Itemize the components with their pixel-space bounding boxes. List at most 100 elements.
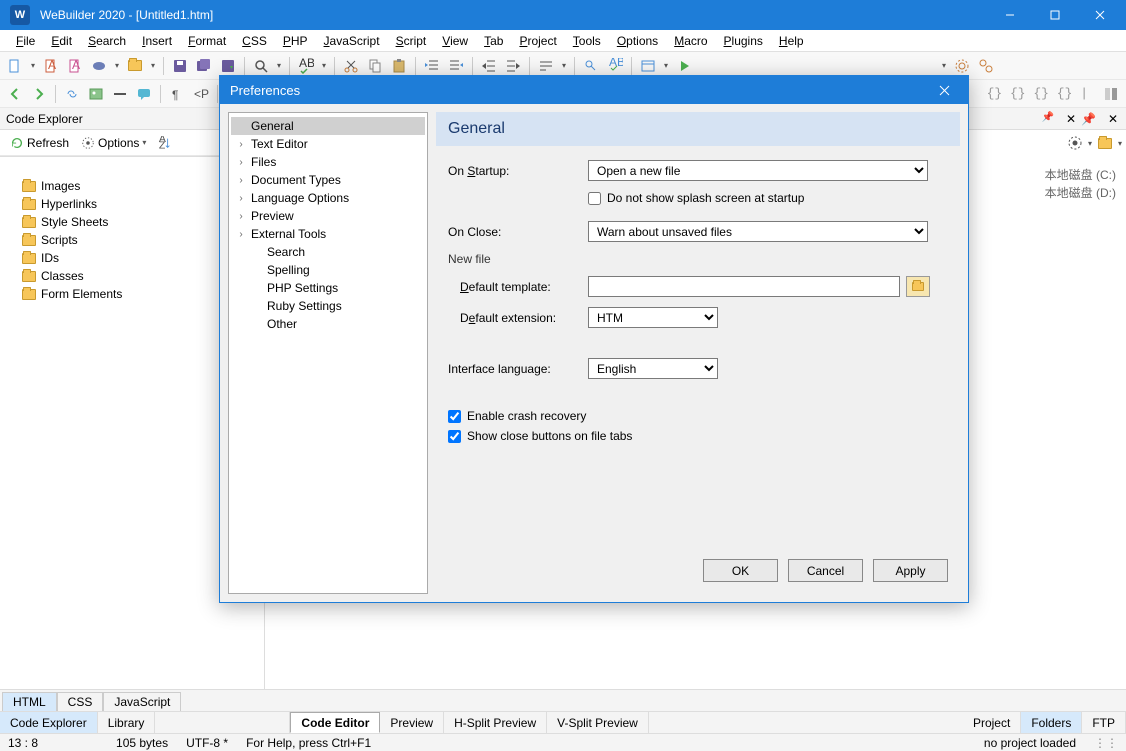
- dropdown-arrow-icon[interactable]: ▾: [274, 61, 284, 70]
- indent-left-icon[interactable]: [421, 55, 443, 77]
- outdent-icon[interactable]: [478, 55, 500, 77]
- refresh-button[interactable]: Refresh: [6, 134, 73, 152]
- tab-h-split[interactable]: H-Split Preview: [444, 712, 547, 733]
- menu-insert[interactable]: Insert: [134, 32, 180, 50]
- drive-d[interactable]: 本地磁盘 (D:): [1045, 184, 1116, 201]
- on-close-select[interactable]: Warn about unsaved files: [588, 221, 928, 242]
- tab-folders[interactable]: Folders: [1021, 712, 1082, 733]
- close-icon[interactable]: ✕: [1104, 112, 1122, 126]
- run-icon[interactable]: [673, 55, 695, 77]
- search-icon[interactable]: [250, 55, 272, 77]
- find-icon[interactable]: [580, 55, 602, 77]
- tab-css[interactable]: CSS: [57, 692, 104, 711]
- menu-format[interactable]: Format: [180, 32, 234, 50]
- apply-button[interactable]: Apply: [873, 559, 948, 582]
- pin-icon[interactable]: 📌: [1037, 112, 1057, 126]
- dropdown-arrow-icon[interactable]: ▾: [1118, 139, 1122, 148]
- dropdown-arrow-icon[interactable]: ▾: [112, 61, 122, 70]
- cut-icon[interactable]: [340, 55, 362, 77]
- back-icon[interactable]: [4, 83, 26, 105]
- menu-options[interactable]: Options: [609, 32, 666, 50]
- php-file-icon[interactable]: [88, 55, 110, 77]
- gear-icon[interactable]: [1064, 132, 1086, 154]
- maximize-button[interactable]: [1032, 0, 1077, 30]
- close-buttons-checkbox[interactable]: [448, 430, 461, 443]
- dropdown-arrow-icon[interactable]: ▾: [559, 61, 569, 70]
- menu-edit[interactable]: Edit: [43, 32, 80, 50]
- interface-lang-select[interactable]: English: [588, 358, 718, 379]
- tab-preview[interactable]: Preview: [380, 712, 444, 733]
- forward-icon[interactable]: [28, 83, 50, 105]
- tab-javascript[interactable]: JavaScript: [103, 692, 181, 711]
- close-button[interactable]: [1077, 0, 1122, 30]
- save-icon[interactable]: [169, 55, 191, 77]
- preview-icon[interactable]: [637, 55, 659, 77]
- menu-script[interactable]: Script: [388, 32, 435, 50]
- nav-item-search[interactable]: Search: [231, 243, 425, 261]
- save-as-icon[interactable]: [217, 55, 239, 77]
- tab-project[interactable]: Project: [963, 712, 1021, 733]
- menu-view[interactable]: View: [434, 32, 476, 50]
- nav-item-php-settings[interactable]: PHP Settings: [231, 279, 425, 297]
- nav-item-other[interactable]: Other: [231, 315, 425, 333]
- nav-item-preview[interactable]: ›Preview: [231, 207, 425, 225]
- indent-icon[interactable]: [502, 55, 524, 77]
- tab-ftp[interactable]: FTP: [1082, 712, 1126, 733]
- menu-tools[interactable]: Tools: [565, 32, 609, 50]
- dropdown-arrow-icon[interactable]: ▾: [28, 61, 38, 70]
- nav-item-external-tools[interactable]: ›External Tools: [231, 225, 425, 243]
- nav-item-document-types[interactable]: ›Document Types: [231, 171, 425, 189]
- on-startup-select[interactable]: Open a new file: [588, 160, 928, 181]
- no-splash-checkbox[interactable]: [588, 192, 601, 205]
- menu-project[interactable]: Project: [511, 32, 564, 50]
- menu-macro[interactable]: Macro: [666, 32, 715, 50]
- sort-az-icon[interactable]: AZ: [154, 134, 176, 152]
- open-folder-icon[interactable]: [124, 55, 146, 77]
- css-file-icon[interactable]: A: [64, 55, 86, 77]
- menu-php[interactable]: PHP: [275, 32, 316, 50]
- image-icon[interactable]: [85, 83, 107, 105]
- copy-icon[interactable]: [364, 55, 386, 77]
- menu-plugins[interactable]: Plugins: [716, 32, 771, 50]
- tab-html[interactable]: HTML: [2, 692, 57, 711]
- tab-code-explorer[interactable]: Code Explorer: [0, 712, 98, 733]
- crash-recovery-checkbox[interactable]: [448, 410, 461, 423]
- paragraph-icon[interactable]: ¶: [166, 83, 188, 105]
- nav-item-text-editor[interactable]: ›Text Editor: [231, 135, 425, 153]
- hr-icon[interactable]: [109, 83, 131, 105]
- new-file-icon[interactable]: [4, 55, 26, 77]
- html-file-icon[interactable]: A: [40, 55, 62, 77]
- save-all-icon[interactable]: [193, 55, 215, 77]
- dropdown-arrow-icon[interactable]: ▾: [319, 61, 329, 70]
- paste-icon[interactable]: [388, 55, 410, 77]
- minimize-button[interactable]: [987, 0, 1032, 30]
- drive-c[interactable]: 本地磁盘 (C:): [1045, 166, 1116, 183]
- menu-file[interactable]: File: [8, 32, 43, 50]
- indent-right-icon[interactable]: [445, 55, 467, 77]
- code-icon[interactable]: <P: [190, 83, 212, 105]
- menu-help[interactable]: Help: [771, 32, 812, 50]
- pin-icon[interactable]: 📌: [1077, 112, 1100, 126]
- open-folder-icon[interactable]: [1094, 132, 1116, 154]
- menu-search[interactable]: Search: [80, 32, 134, 50]
- menu-javascript[interactable]: JavaScript: [316, 32, 388, 50]
- tab-library[interactable]: Library: [98, 712, 156, 733]
- default-extension-select[interactable]: HTM: [588, 307, 718, 328]
- nav-item-general[interactable]: General: [231, 117, 425, 135]
- browse-button[interactable]: [906, 276, 930, 297]
- nav-item-files[interactable]: ›Files: [231, 153, 425, 171]
- dropdown-arrow-icon[interactable]: ▾: [1088, 139, 1092, 148]
- menu-css[interactable]: CSS: [234, 32, 275, 50]
- menu-tab[interactable]: Tab: [476, 32, 511, 50]
- default-template-input[interactable]: [588, 276, 900, 297]
- wrap-icon[interactable]: [535, 55, 557, 77]
- nav-item-language-options[interactable]: ›Language Options: [231, 189, 425, 207]
- dropdown-arrow-icon[interactable]: ▾: [661, 61, 671, 70]
- gears-icon[interactable]: [975, 55, 997, 77]
- dialog-close-button[interactable]: [930, 76, 958, 104]
- comment-icon[interactable]: [133, 83, 155, 105]
- panel-toggle-icon[interactable]: [1100, 83, 1122, 105]
- link-icon[interactable]: [61, 83, 83, 105]
- cancel-button[interactable]: Cancel: [788, 559, 863, 582]
- replace-icon[interactable]: AB: [604, 55, 626, 77]
